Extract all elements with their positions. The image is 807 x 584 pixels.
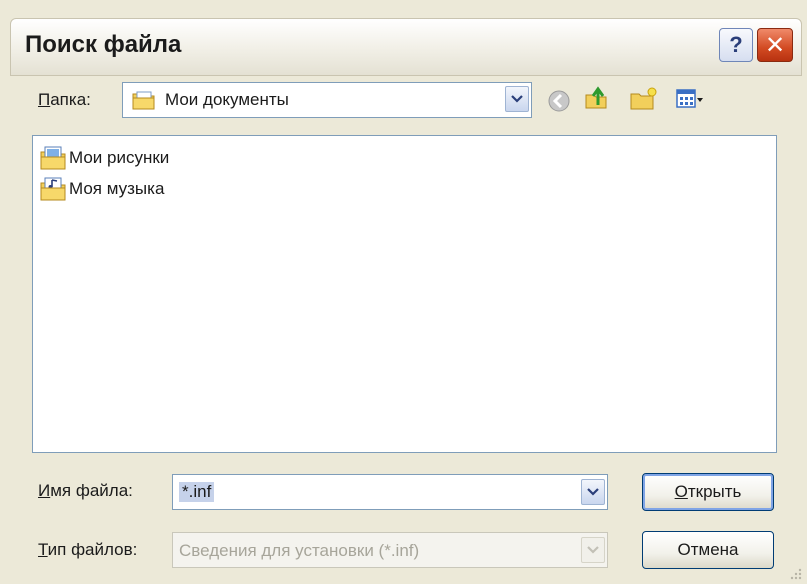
open-button[interactable]: Открыть bbox=[642, 473, 774, 511]
pictures-folder-icon bbox=[40, 146, 66, 170]
filename-value: *.inf bbox=[179, 482, 215, 502]
list-item[interactable]: Мои рисунки bbox=[39, 144, 169, 172]
chevron-down-icon bbox=[587, 488, 599, 496]
folder-dropdown[interactable]: Мои документы bbox=[122, 82, 532, 118]
list-item-label: Мои рисунки bbox=[69, 148, 170, 167]
help-button[interactable]: ? bbox=[719, 28, 753, 62]
list-item-label: Моя музыка bbox=[69, 179, 165, 198]
filetype-dropdown: Сведения для установки (*.inf) bbox=[172, 532, 608, 568]
chevron-down-icon bbox=[511, 95, 523, 103]
find-file-dialog: Поиск файла ? ✕ Папка: Мои документы Мои… bbox=[0, 0, 807, 584]
filetype-dropdown-arrow bbox=[581, 537, 605, 563]
filename-label: Имя файла: bbox=[38, 481, 133, 500]
documents-folder-icon bbox=[132, 91, 155, 110]
list-item[interactable]: Моя музыка bbox=[39, 175, 164, 203]
open-button-label: Открыть bbox=[674, 482, 742, 501]
filetype-label: Тип файлов: bbox=[38, 540, 138, 559]
filetype-value: Сведения для установки (*.inf) bbox=[179, 541, 420, 560]
chevron-down-icon bbox=[587, 546, 599, 554]
close-button[interactable]: ✕ bbox=[757, 28, 793, 62]
help-icon: ? bbox=[729, 32, 743, 57]
resize-grip-icon[interactable] bbox=[788, 566, 802, 580]
back-icon[interactable] bbox=[545, 87, 575, 115]
folder-current: Мои документы bbox=[165, 90, 289, 109]
up-folder-icon[interactable] bbox=[583, 83, 613, 111]
music-folder-icon bbox=[40, 177, 66, 201]
filename-input[interactable]: *.inf bbox=[172, 474, 608, 510]
close-icon: ✕ bbox=[764, 31, 786, 59]
file-list[interactable]: Мои рисунки Моя музыка bbox=[32, 135, 777, 453]
folder-dropdown-arrow[interactable] bbox=[505, 86, 529, 112]
window-title: Поиск файла bbox=[25, 31, 182, 58]
cancel-button-label: Отмена bbox=[677, 540, 739, 559]
new-folder-icon[interactable] bbox=[628, 85, 658, 113]
folder-label: Папка: bbox=[38, 90, 91, 109]
title-bar[interactable]: Поиск файла ? ✕ bbox=[10, 18, 802, 76]
cancel-button[interactable]: Отмена bbox=[642, 531, 774, 569]
view-menu-icon[interactable] bbox=[674, 85, 704, 113]
filename-dropdown-arrow[interactable] bbox=[581, 479, 605, 505]
